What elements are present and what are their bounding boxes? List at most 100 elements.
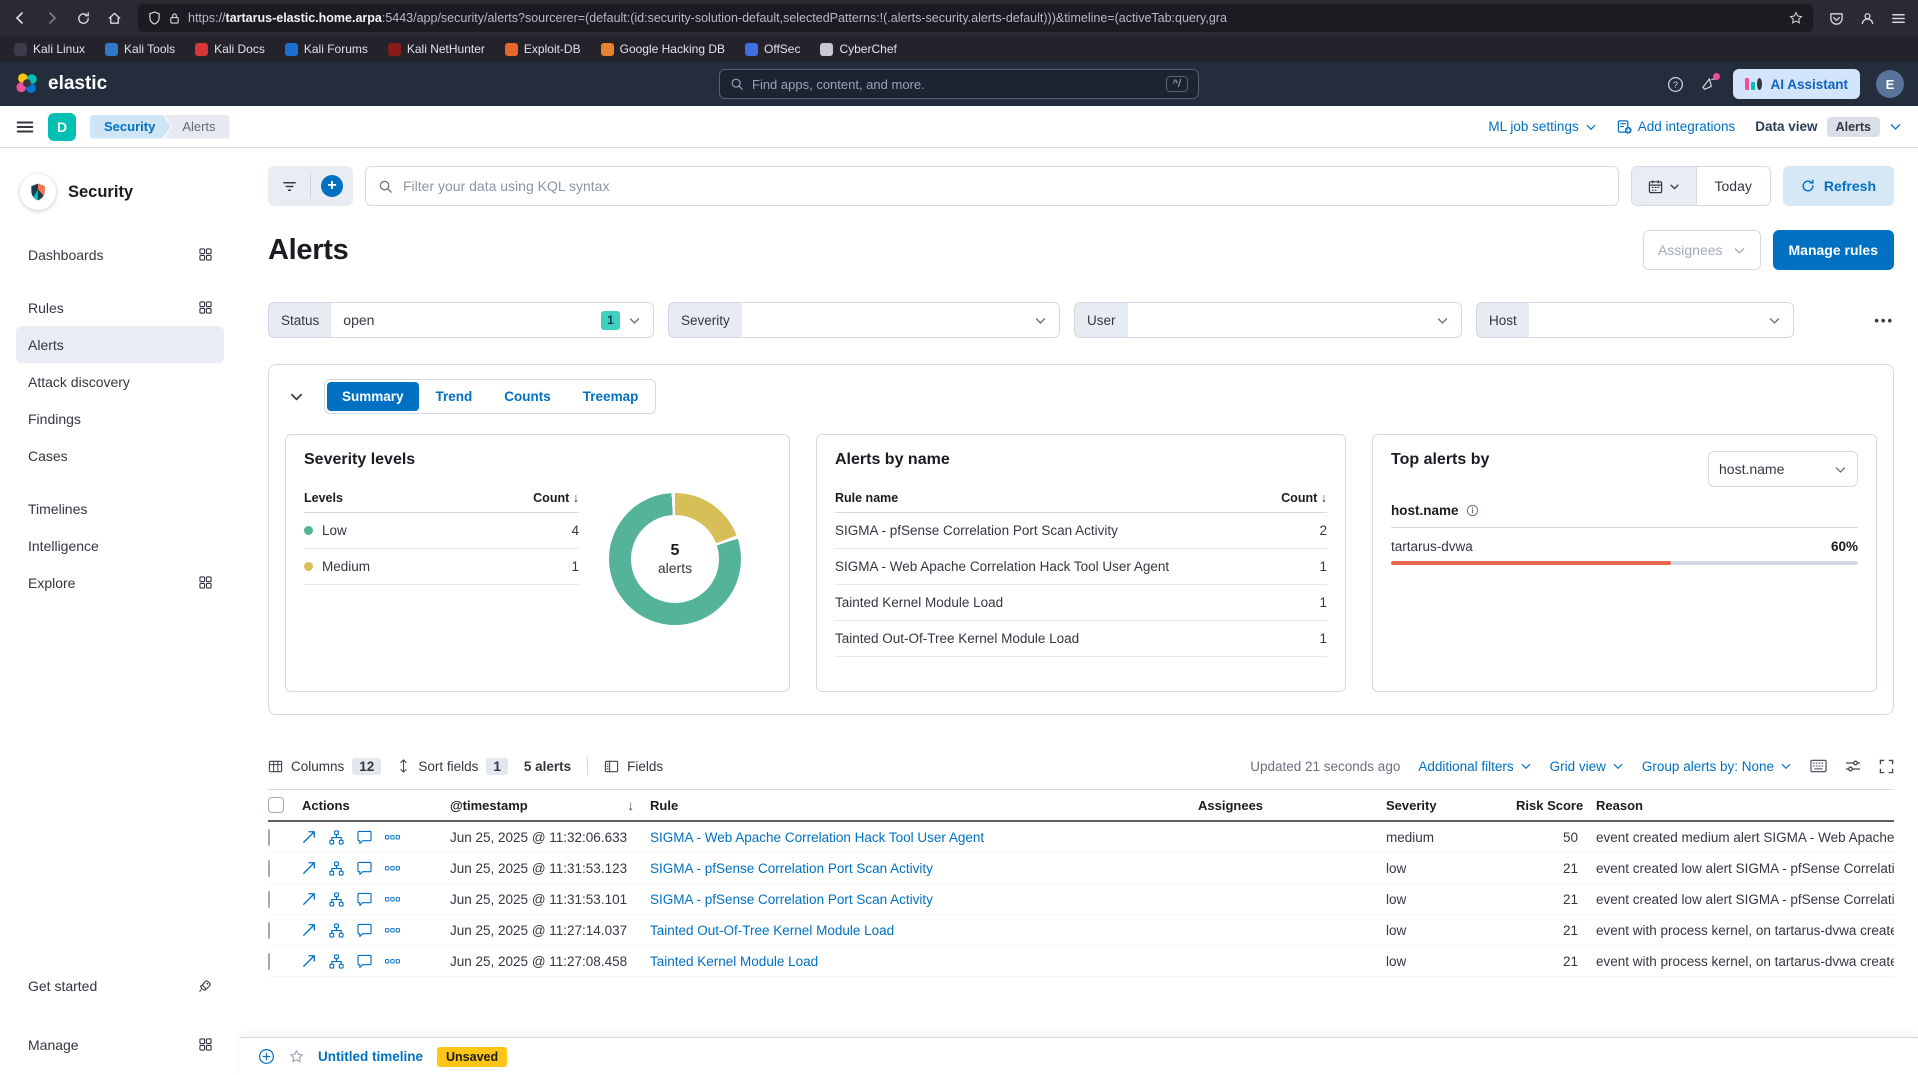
select-all-checkbox[interactable] <box>268 797 284 813</box>
tab-counts[interactable]: Counts <box>489 382 566 411</box>
expand-alert-icon[interactable] <box>302 861 316 875</box>
alert-rule-link[interactable]: SIGMA - pfSense Correlation Port Scan Ac… <box>650 861 1198 876</box>
alert-rule-link[interactable]: Tainted Kernel Module Load <box>650 954 1198 969</box>
pocket-save-icon[interactable] <box>1829 11 1844 26</box>
severity-column-header[interactable]: Severity <box>1386 791 1516 820</box>
timeline-title-link[interactable]: Untitled timeline <box>318 1049 423 1064</box>
bookmark-exploit-db[interactable]: Exploit-DB <box>505 42 581 56</box>
alert-reason[interactable]: event created low alert SIGMA - pfSense … <box>1596 861 1894 876</box>
top-alerts-row[interactable]: tartarus-dvwa 60% <box>1391 539 1858 554</box>
reason-column-header[interactable]: Reason <box>1596 791 1894 820</box>
filter-options-icon[interactable]: ••• <box>1874 313 1894 328</box>
account-icon[interactable] <box>1860 11 1875 26</box>
grid-view-button[interactable]: Grid view <box>1550 759 1624 774</box>
sidebar-item-manage[interactable]: Manage <box>16 1026 224 1063</box>
date-quick-select[interactable] <box>1632 167 1696 205</box>
expand-alert-icon[interactable] <box>302 830 316 844</box>
bookmark-kali-tools[interactable]: Kali Tools <box>105 42 175 56</box>
manage-rules-button[interactable]: Manage rules <box>1773 230 1894 270</box>
expand-alert-icon[interactable] <box>302 892 316 906</box>
session-view-icon[interactable] <box>357 861 372 875</box>
tab-trend[interactable]: Trend <box>421 382 488 411</box>
help-icon[interactable]: ? <box>1667 76 1684 93</box>
bookmark-kali-docs[interactable]: Kali Docs <box>195 42 265 56</box>
date-range-value[interactable]: Today <box>1696 167 1770 205</box>
alerts-by-name-row[interactable]: SIGMA - Web Apache Correlation Hack Tool… <box>835 549 1327 585</box>
bookmark-kali-forums[interactable]: Kali Forums <box>285 42 368 56</box>
bookmark-star-icon[interactable] <box>1789 11 1803 25</box>
session-view-icon[interactable] <box>357 830 372 844</box>
add-timeline-icon[interactable] <box>258 1048 275 1065</box>
analyzer-icon[interactable] <box>329 892 344 907</box>
sidebar-item-cases[interactable]: Cases <box>16 437 224 474</box>
display-options-icon[interactable] <box>1845 759 1861 773</box>
tab-summary[interactable]: Summary <box>327 382 419 411</box>
fields-button[interactable]: Fields <box>604 759 663 774</box>
sidebar-item-alerts[interactable]: Alerts <box>16 326 224 363</box>
row-checkbox[interactable] <box>268 922 270 939</box>
more-actions-icon[interactable] <box>385 897 400 902</box>
row-checkbox[interactable] <box>268 953 270 970</box>
row-checkbox[interactable] <box>268 891 270 908</box>
status-filter[interactable]: Status open 1 <box>268 302 654 338</box>
more-actions-icon[interactable] <box>385 928 400 933</box>
ai-assistant-button[interactable]: AI Assistant <box>1733 69 1860 99</box>
url-bar[interactable]: https://tartarus-elastic.home.arpa:5443/… <box>138 4 1813 32</box>
back-icon[interactable] <box>12 10 28 26</box>
more-actions-icon[interactable] <box>385 835 400 840</box>
alerts-by-name-row[interactable]: SIGMA - pfSense Correlation Port Scan Ac… <box>835 513 1327 549</box>
sidebar-item-get-started[interactable]: Get started <box>16 967 224 1004</box>
saved-queries-icon[interactable] <box>268 166 310 206</box>
host-filter[interactable]: Host <box>1476 302 1794 338</box>
add-integrations-button[interactable]: Add integrations <box>1617 119 1736 134</box>
bookmark-offsec[interactable]: OffSec <box>745 42 800 56</box>
bookmark-kali-linux[interactable]: Kali Linux <box>14 42 85 56</box>
count-column-header[interactable]: Count ↓ <box>1281 491 1327 505</box>
row-checkbox[interactable] <box>268 829 270 846</box>
newsfeed-icon[interactable] <box>1700 76 1717 93</box>
session-view-icon[interactable] <box>357 954 372 968</box>
user-filter[interactable]: User <box>1074 302 1462 338</box>
analyzer-icon[interactable] <box>329 861 344 876</box>
columns-button[interactable]: Columns 12 <box>268 758 381 775</box>
add-filter-button[interactable]: + <box>311 166 353 206</box>
kql-search-input[interactable]: Filter your data using KQL syntax <box>365 166 1619 206</box>
alert-reason[interactable]: event with process kernel, on tartarus-d… <box>1596 923 1894 938</box>
fullscreen-icon[interactable] <box>1879 759 1894 774</box>
expand-alert-icon[interactable] <box>302 923 316 937</box>
severity-row-medium[interactable]: Medium 1 <box>304 549 579 585</box>
expand-alert-icon[interactable] <box>302 954 316 968</box>
rule-name-column-header[interactable]: Rule name <box>835 491 898 505</box>
nav-menu-icon[interactable] <box>16 118 34 136</box>
alert-rule-link[interactable]: SIGMA - pfSense Correlation Port Scan Ac… <box>650 892 1198 907</box>
sidebar-item-attack-discovery[interactable]: Attack discovery <box>16 363 224 400</box>
severity-donut-chart[interactable]: 5 alerts <box>609 493 741 625</box>
info-icon[interactable] <box>1466 504 1479 517</box>
alert-reason[interactable]: event created medium alert SIGMA - Web A… <box>1596 830 1894 845</box>
group-alerts-by-button[interactable]: Group alerts by: None <box>1642 759 1792 774</box>
rule-column-header[interactable]: Rule <box>650 791 1198 820</box>
sidebar-item-explore[interactable]: Explore <box>16 564 224 601</box>
keyboard-shortcuts-icon[interactable] <box>1810 759 1827 773</box>
risk-score-column-header[interactable]: Risk Score <box>1516 791 1596 820</box>
tab-treemap[interactable]: Treemap <box>568 382 654 411</box>
home-icon[interactable] <box>107 11 122 26</box>
breadcrumb-security[interactable]: Security <box>90 115 171 139</box>
severity-filter[interactable]: Severity <box>668 302 1060 338</box>
space-badge[interactable]: D <box>48 113 76 141</box>
elastic-logo[interactable]: elastic <box>14 71 314 97</box>
session-view-icon[interactable] <box>357 923 372 937</box>
severity-row-low[interactable]: Low 4 <box>304 513 579 549</box>
sidebar-item-timelines[interactable]: Timelines <box>16 490 224 527</box>
collapse-chevron-icon[interactable] <box>285 389 308 404</box>
reload-icon[interactable] <box>76 11 91 26</box>
tracking-shield-icon[interactable] <box>148 11 161 25</box>
global-search-input[interactable]: Find apps, content, and more. ^/ <box>719 69 1199 99</box>
analyzer-icon[interactable] <box>329 830 344 845</box>
analyzer-icon[interactable] <box>329 954 344 969</box>
alerts-by-name-row[interactable]: Tainted Kernel Module Load1 <box>835 585 1327 621</box>
alerts-by-name-row[interactable]: Tainted Out-Of-Tree Kernel Module Load1 <box>835 621 1327 657</box>
assignees-column-header[interactable]: Assignees <box>1198 791 1386 820</box>
top-alerts-field-select[interactable]: host.name <box>1708 451 1858 487</box>
refresh-button[interactable]: Refresh <box>1783 166 1894 206</box>
